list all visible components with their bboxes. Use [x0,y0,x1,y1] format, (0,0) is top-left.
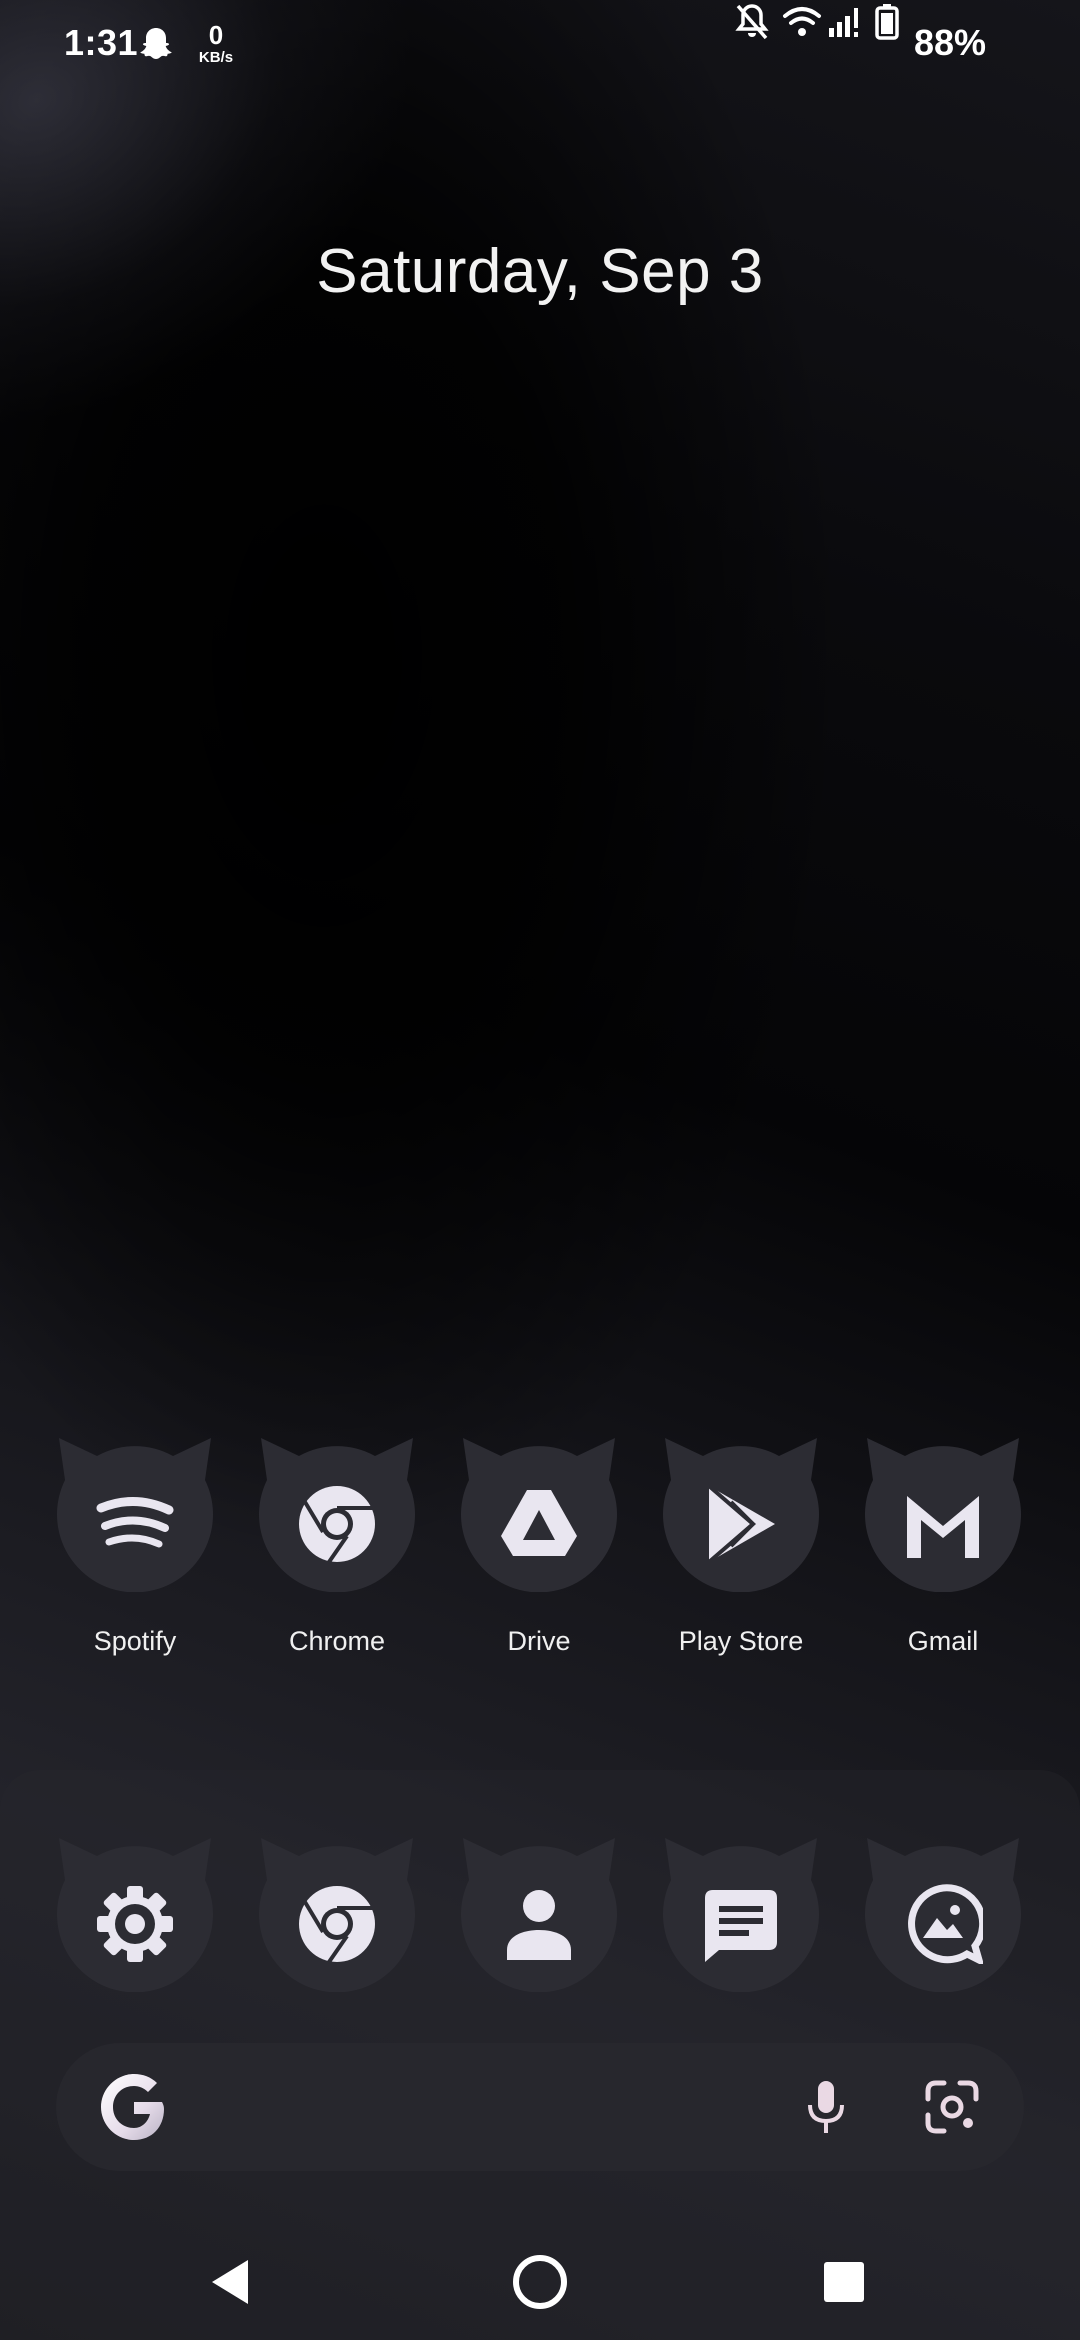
recents-button[interactable] [812,2250,876,2314]
app-icon-container[interactable] [55,1432,215,1592]
app-label: Gmail [907,1626,979,1656]
drive-icon [501,1490,577,1556]
app-icon-container[interactable] [863,1832,1023,1992]
app-icon-container[interactable] [661,1432,821,1592]
app-icon-container[interactable] [863,1432,1023,1592]
app-icon-container[interactable] [257,1832,417,1992]
app-icon-container[interactable] [661,1832,821,1992]
status-bar: 1:31 0 KB/s 88% [0,0,1080,90]
network-speed-value: 0 [208,20,224,50]
cell-signal-icon [826,0,866,44]
home-button[interactable] [508,2250,572,2314]
app-label: Chrome [288,1626,386,1656]
home-date[interactable]: Saturday, Sep 3 [0,236,1080,307]
contacts-icon [507,1890,571,1960]
wifi-icon [782,0,822,44]
gallery-icon [908,1884,983,1964]
network-speed: 0 KB/s [192,22,240,65]
network-speed-unit: KB/s [198,49,234,66]
gmail-icon [907,1496,979,1558]
lens-icon[interactable] [922,2077,982,2137]
app-label: Spotify [93,1626,177,1656]
navigation-bar [0,2220,1080,2340]
settings-icon [97,1886,173,1962]
app-icon-container[interactable] [459,1832,619,1992]
app-icon-container[interactable] [55,1832,215,1992]
battery-icon [872,0,902,44]
play-store-icon [707,1484,775,1564]
spotify-icon [96,1496,174,1548]
google-g-icon[interactable] [96,2069,172,2145]
app-icon-container[interactable] [459,1432,619,1592]
messages-icon [705,1890,777,1962]
app-label: Play Store [678,1626,804,1656]
battery-percent: 88% [913,22,986,63]
back-button[interactable] [198,2250,262,2314]
chrome-icon [299,1486,375,1564]
notifications-off-icon [732,0,772,44]
app-label: Drive [507,1626,571,1656]
google-search-bar[interactable] [56,2043,1024,2171]
snapchat-icon [136,24,176,64]
status-time: 1:31 [64,22,139,63]
microphone-icon[interactable] [796,2077,856,2137]
app-icon-container[interactable] [257,1432,417,1592]
chrome-icon [299,1886,375,1964]
